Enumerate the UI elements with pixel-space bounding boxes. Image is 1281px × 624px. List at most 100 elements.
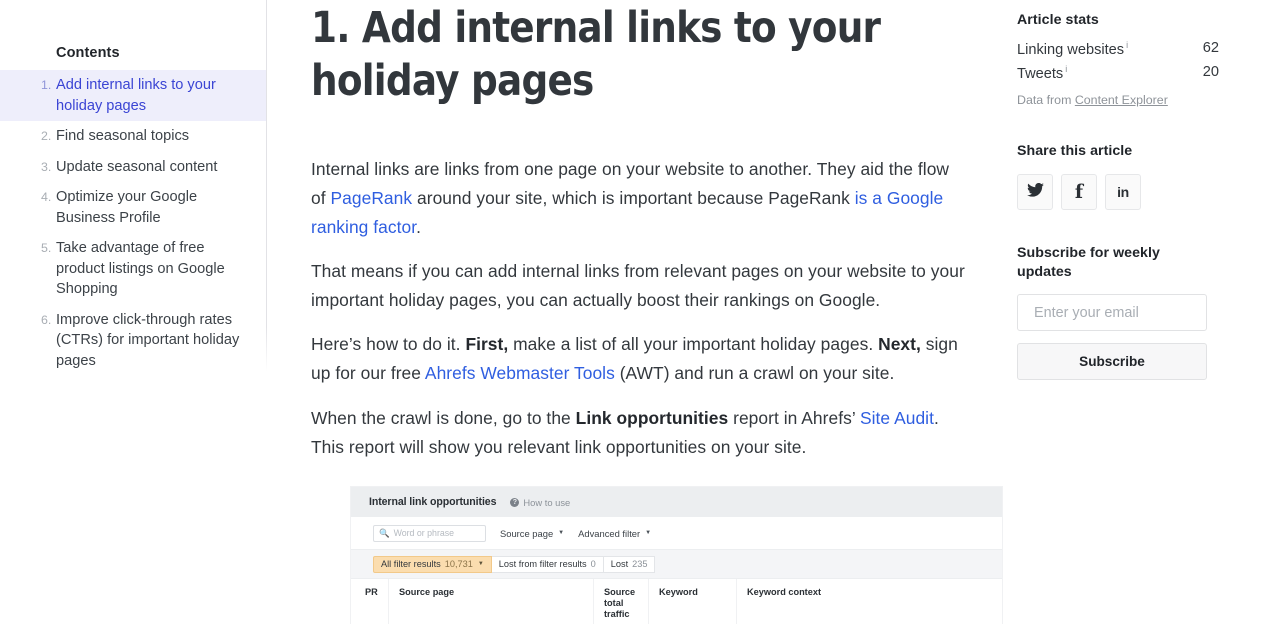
toc-item-4[interactable]: 4. Optimize your Google Business Profile [0, 182, 266, 233]
content-explorer-link[interactable]: Content Explorer [1075, 93, 1168, 107]
filter-tab-count: 0 [590, 559, 596, 569]
stat-label: Tweets i [1017, 64, 1067, 82]
toc-item-label: Optimize your Google Business Profile [56, 189, 198, 226]
embed-filter-bar: 🔍 Word or phrase Source page ▼ Advanced … [351, 517, 1002, 550]
article-page: Contents 1. Add internal links to your ho… [0, 0, 1281, 624]
column-header-pr[interactable]: PR [351, 579, 389, 624]
paragraph-1: Internal links are links from one page o… [311, 155, 966, 242]
share-buttons: f in [1017, 174, 1141, 210]
stat-value: 20 [1202, 64, 1219, 80]
toc-item-6[interactable]: 6. Improve click-through rates (CTRs) for… [0, 305, 266, 377]
toc-item-5[interactable]: 5. Take advantage of free product listing… [0, 233, 266, 305]
filter-tab-3[interactable]: Lost 235 [603, 555, 656, 573]
embed-title: Internal link opportunities [369, 496, 497, 508]
source-page-dropdown-label: Source page [500, 527, 554, 539]
chevron-down-icon: ▼ [477, 561, 484, 567]
site-audit-link[interactable]: Site Audit [860, 408, 934, 428]
filter-tab-count: 10,731 [444, 559, 473, 569]
subscribe-button[interactable]: Subscribe [1017, 343, 1207, 380]
paragraph-2: That means if you can add internal links… [311, 257, 966, 315]
toc-item-number: 2. [41, 129, 52, 143]
p1-text-3: . [416, 217, 421, 237]
toc-item-number: 3. [41, 159, 52, 174]
page-title: 1. Add internal links to your holiday pa… [311, 3, 881, 106]
p3-text-1: Here’s how to do it. [311, 334, 466, 354]
toc-divider [266, 0, 267, 372]
info-icon[interactable]: i [1065, 64, 1067, 74]
p4-bold-link-opportunities: Link opportunities [575, 408, 729, 428]
p4-text-1: When the crawl is done, go to the [311, 408, 576, 428]
toc-item-number: 4. [41, 190, 52, 204]
filter-tab-2[interactable]: Lost from filter results 0 [491, 555, 604, 573]
share-facebook-button[interactable]: f [1061, 174, 1097, 210]
chevron-down-icon: ▼ [645, 530, 652, 536]
p3-bold-first: First, [465, 334, 509, 354]
toc-item-label: Take advantage of free product listings … [56, 240, 225, 297]
help-icon: ? [510, 497, 520, 507]
p2-text-1: That means if you can add internal links… [311, 261, 965, 310]
p3-text-4: (AWT) and run a crawl on your site. [614, 363, 895, 383]
data-source-note: Data from Content Explorer [1017, 93, 1168, 107]
p1-text-2: around your site, which is important bec… [412, 188, 855, 208]
embed-search-placeholder: Word or phrase [393, 528, 455, 538]
article-stats-heading: Article stats [1017, 12, 1099, 28]
ahrefs-webmaster-tools-link[interactable]: Ahrefs Webmaster Tools [425, 363, 615, 383]
column-header-source-page[interactable]: Source page [389, 579, 594, 624]
toc-item-3[interactable]: 3. Update seasonal content [0, 152, 266, 183]
facebook-icon: f [1074, 180, 1084, 203]
twitter-icon [1026, 182, 1044, 202]
embed-table-header: PR Source page Source total traffic Keyw… [351, 578, 1002, 624]
pagerank-link[interactable]: PageRank [331, 188, 413, 208]
linkedin-icon: in [1117, 184, 1129, 200]
embed-search-input[interactable]: 🔍 Word or phrase [373, 524, 486, 542]
filter-tab-label: Lost from filter results [498, 559, 587, 569]
email-field[interactable] [1017, 294, 1207, 331]
source-page-dropdown[interactable]: Source page ▼ [500, 528, 564, 539]
how-to-use-label: How to use [523, 496, 571, 508]
p3-bold-next: Next, [878, 334, 921, 354]
table-of-contents: Contents 1. Add internal links to your ho… [0, 0, 267, 624]
toc-heading: Contents [56, 45, 120, 61]
share-linkedin-button[interactable]: in [1105, 174, 1141, 210]
filter-tab-label: Lost [610, 559, 629, 569]
stat-value: 62 [1202, 40, 1219, 56]
toc-item-label: Add internal links to your holiday pages [56, 77, 216, 114]
embed-filter-tabs: All filter results 10,731 ▼ Lost from filte… [351, 550, 1002, 578]
stat-label-text: Tweets [1017, 65, 1064, 82]
toc-item-number: 1. [41, 78, 52, 92]
toc-item-label: Find seasonal topics [56, 128, 190, 144]
p3-text-2: make a list of all your important holida… [508, 334, 879, 354]
toc-item-label: Update seasonal content [56, 158, 218, 175]
data-from-prefix: Data from [1017, 93, 1075, 107]
stat-label-text: Linking websites [1017, 41, 1125, 58]
filter-tab-label: All filter results [381, 559, 441, 569]
column-header-source-total-traffic[interactable]: Source total traffic [594, 579, 649, 624]
article-body: 1. Add internal links to your holiday pa… [311, 0, 1002, 624]
advanced-filter-dropdown-label: Advanced filter [578, 527, 641, 539]
info-icon[interactable]: i [1126, 40, 1128, 50]
toc-item-number: 5. [41, 241, 52, 255]
stat-label: Linking websites i [1017, 40, 1128, 58]
embedded-screenshot: Internal link opportunities ? How to use… [351, 487, 1002, 624]
embed-header: Internal link opportunities ? How to use [351, 487, 1002, 517]
toc-item-number: 6. [41, 312, 52, 327]
toc-item-1[interactable]: 1. Add internal links to your holiday pag… [0, 70, 266, 121]
toc-list: 1. Add internal links to your holiday pag… [0, 70, 266, 376]
p4-text-2: report in Ahrefs’ [728, 408, 860, 428]
search-icon: 🔍 [379, 527, 390, 538]
subscribe-heading: Subscribe for weekly updates [1017, 245, 1160, 280]
filter-tab-1[interactable]: All filter results 10,731 ▼ [373, 555, 492, 573]
toc-item-2[interactable]: 2. Find seasonal topics [0, 121, 266, 152]
share-twitter-button[interactable] [1017, 174, 1053, 210]
filter-tab-count: 235 [632, 559, 648, 569]
paragraph-3: Here’s how to do it. First, make a list … [311, 330, 966, 388]
advanced-filter-dropdown[interactable]: Advanced filter ▼ [578, 528, 651, 539]
column-header-keyword-context[interactable]: Keyword context [737, 579, 1002, 624]
how-to-use-link[interactable]: ? How to use [510, 497, 570, 508]
paragraph-4: When the crawl is done, go to the Link o… [311, 404, 966, 462]
share-heading: Share this article [1017, 143, 1133, 159]
column-header-keyword[interactable]: Keyword [649, 579, 737, 624]
toc-item-label: Improve click-through rates (CTRs) for i… [56, 311, 240, 369]
chevron-down-icon: ▼ [558, 530, 565, 536]
right-sidebar: Article stats Linking websites i 62 Tweet… [1017, 0, 1281, 624]
